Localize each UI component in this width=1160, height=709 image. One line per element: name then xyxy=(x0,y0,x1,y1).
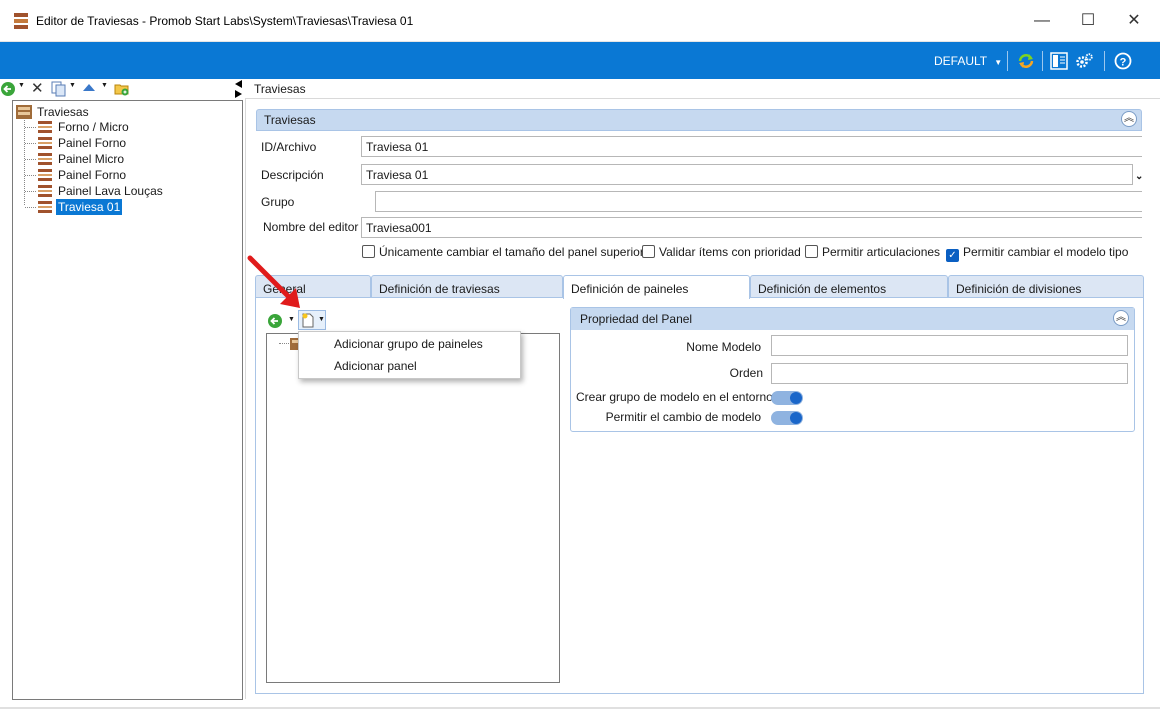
traviesa-icon xyxy=(38,185,52,197)
tree-connector xyxy=(25,159,36,160)
traviesa-icon xyxy=(38,169,52,181)
group-title: Traviesas xyxy=(264,113,316,127)
profile-dropdown-label: DEFAULT xyxy=(934,54,987,68)
tree-node-label: Painel Forno xyxy=(58,136,127,150)
traviesas-tree[interactable]: Traviesas Forno / Micro Painel Forno Pai… xyxy=(12,100,243,700)
traviesas-group-icon xyxy=(16,105,32,119)
delete-icon[interactable]: ✕ xyxy=(31,79,44,97)
help-icon[interactable]: ? xyxy=(1113,51,1133,71)
move-dropdown-arrow[interactable]: ▼ xyxy=(101,82,108,89)
panel-properties-title: Propriedad del Panel xyxy=(580,312,693,326)
orden-label: Orden xyxy=(729,366,763,380)
svg-text:?: ? xyxy=(1120,57,1127,69)
copy-icon[interactable] xyxy=(51,81,66,97)
checkbox-validate-priority[interactable]: Validar ítems con prioridad xyxy=(642,245,801,259)
nome-modelo-input[interactable] xyxy=(771,335,1128,356)
orden-input[interactable] xyxy=(771,363,1128,384)
open-folder-icon[interactable] xyxy=(114,81,130,97)
settings-gears-icon[interactable] xyxy=(1074,51,1094,71)
chevron-down-icon: ▼ xyxy=(994,58,1003,67)
description-input[interactable]: Traviesa 01 xyxy=(361,164,1133,185)
layout-panel-icon[interactable] xyxy=(1049,51,1069,71)
tab-definicion-divisiones[interactable]: Definición de divisiones xyxy=(948,275,1144,297)
traviesa-icon xyxy=(38,201,52,213)
menu-item-add-panel-group[interactable]: Adicionar grupo de paineles xyxy=(334,334,483,354)
checkmark-icon[interactable]: ✓ xyxy=(946,249,959,262)
tree-connector xyxy=(25,143,36,144)
new-document-icon xyxy=(302,313,314,328)
checkbox-box[interactable] xyxy=(805,245,818,258)
tree-node-label: Traviesa 01 xyxy=(56,199,123,215)
panel-tree[interactable] xyxy=(266,333,560,683)
crear-grupo-label: Crear grupo de modelo en el entorno xyxy=(576,390,773,404)
tab-definicion-traviesas[interactable]: Definición de traviesas xyxy=(371,275,563,297)
minimize-button[interactable]: — xyxy=(1022,8,1062,34)
divider xyxy=(245,98,1160,99)
collapse-icon[interactable]: ︽ xyxy=(1113,310,1129,326)
maximize-button[interactable]: ☐ xyxy=(1068,8,1108,34)
splitter-arrows-icon[interactable] xyxy=(232,79,244,99)
back-arrow-icon[interactable] xyxy=(0,81,16,97)
checkbox-allow-change-model[interactable]: ✓ Permitir cambiar el modelo tipo xyxy=(946,245,1128,262)
nome-modelo-label: Nome Modelo xyxy=(686,340,761,354)
checkbox-label: Permitir articulaciones xyxy=(822,245,941,259)
tab-definicion-elementos[interactable]: Definición de elementos xyxy=(750,275,948,297)
tab-definicion-paineles[interactable]: Definición de paineles xyxy=(563,275,750,299)
grupo-input[interactable] xyxy=(375,191,1142,212)
editor-name-input[interactable]: Traviesa001 xyxy=(361,217,1142,238)
tree-connector xyxy=(25,191,36,192)
id-input[interactable]: Traviesa 01 xyxy=(361,136,1142,157)
tree-node-label: Forno / Micro xyxy=(58,120,129,134)
tree-node-label: Traviesas xyxy=(37,105,89,119)
menu-item-add-panel[interactable]: Adicionar panel xyxy=(334,356,417,376)
checkbox-box[interactable] xyxy=(642,245,655,258)
page-title: Traviesas xyxy=(254,82,306,96)
checkbox-resize-upper-panel[interactable]: Únicamente cambiar el tamaño del panel s… xyxy=(362,245,644,259)
close-button[interactable]: ✕ xyxy=(1114,8,1154,34)
ribbon-separator xyxy=(1007,51,1008,71)
annotation-arrow-icon xyxy=(247,255,300,308)
description-expand-icon[interactable]: ⌄ xyxy=(1135,171,1143,182)
checkbox-allow-articulations[interactable]: Permitir articulaciones xyxy=(805,245,940,259)
checkbox-box[interactable] xyxy=(362,245,375,258)
tree-node-label: Painel Forno xyxy=(58,168,127,182)
permitir-cambio-toggle[interactable] xyxy=(771,411,803,425)
tree-node-label: Painel Lava Louças xyxy=(58,184,163,198)
permitir-cambio-label: Permitir el cambio de modelo xyxy=(605,410,761,424)
tree-connector xyxy=(279,343,289,344)
context-menu: Adicionar grupo de paineles Adicionar pa… xyxy=(298,331,521,379)
tree-node-label: Painel Micro xyxy=(58,152,125,166)
refresh-icon[interactable] xyxy=(1016,51,1036,71)
checkbox-label: Permitir cambiar el modelo tipo xyxy=(963,245,1129,259)
description-label: Descripción xyxy=(261,168,324,182)
traviesas-group-header xyxy=(256,109,1142,131)
divider xyxy=(245,99,246,699)
id-label: ID/Archivo xyxy=(261,140,317,154)
back-dropdown-arrow[interactable]: ▼ xyxy=(18,82,25,89)
ribbon-separator xyxy=(1104,51,1105,71)
back-dropdown-arrow[interactable]: ▼ xyxy=(288,316,295,323)
back-arrow-icon[interactable] xyxy=(267,313,283,329)
grupo-label: Grupo xyxy=(261,195,295,209)
traviesa-icon xyxy=(38,137,52,149)
crear-grupo-toggle[interactable] xyxy=(771,391,803,405)
checkbox-label: Validar ítems con prioridad xyxy=(659,245,801,259)
app-icon xyxy=(14,13,28,29)
ribbon-separator xyxy=(1042,51,1043,71)
checkbox-label: Únicamente cambiar el tamaño del panel s… xyxy=(379,245,644,259)
tree-connector xyxy=(25,175,36,176)
tree-connector xyxy=(25,127,36,128)
profile-dropdown[interactable]: DEFAULT ▼ xyxy=(934,54,1002,68)
traviesa-icon xyxy=(38,121,52,133)
tree-connector xyxy=(25,207,36,208)
new-item-dropdown-arrow: ▼ xyxy=(318,316,325,323)
window-title: Editor de Traviesas - Promob Start Labs\… xyxy=(36,14,414,28)
traviesa-icon xyxy=(38,153,52,165)
copy-dropdown-arrow[interactable]: ▼ xyxy=(69,82,76,89)
move-up-icon[interactable] xyxy=(82,81,96,97)
editor-name-label: Nombre del editor xyxy=(263,220,359,234)
collapse-icon[interactable]: ︽ xyxy=(1121,111,1137,127)
